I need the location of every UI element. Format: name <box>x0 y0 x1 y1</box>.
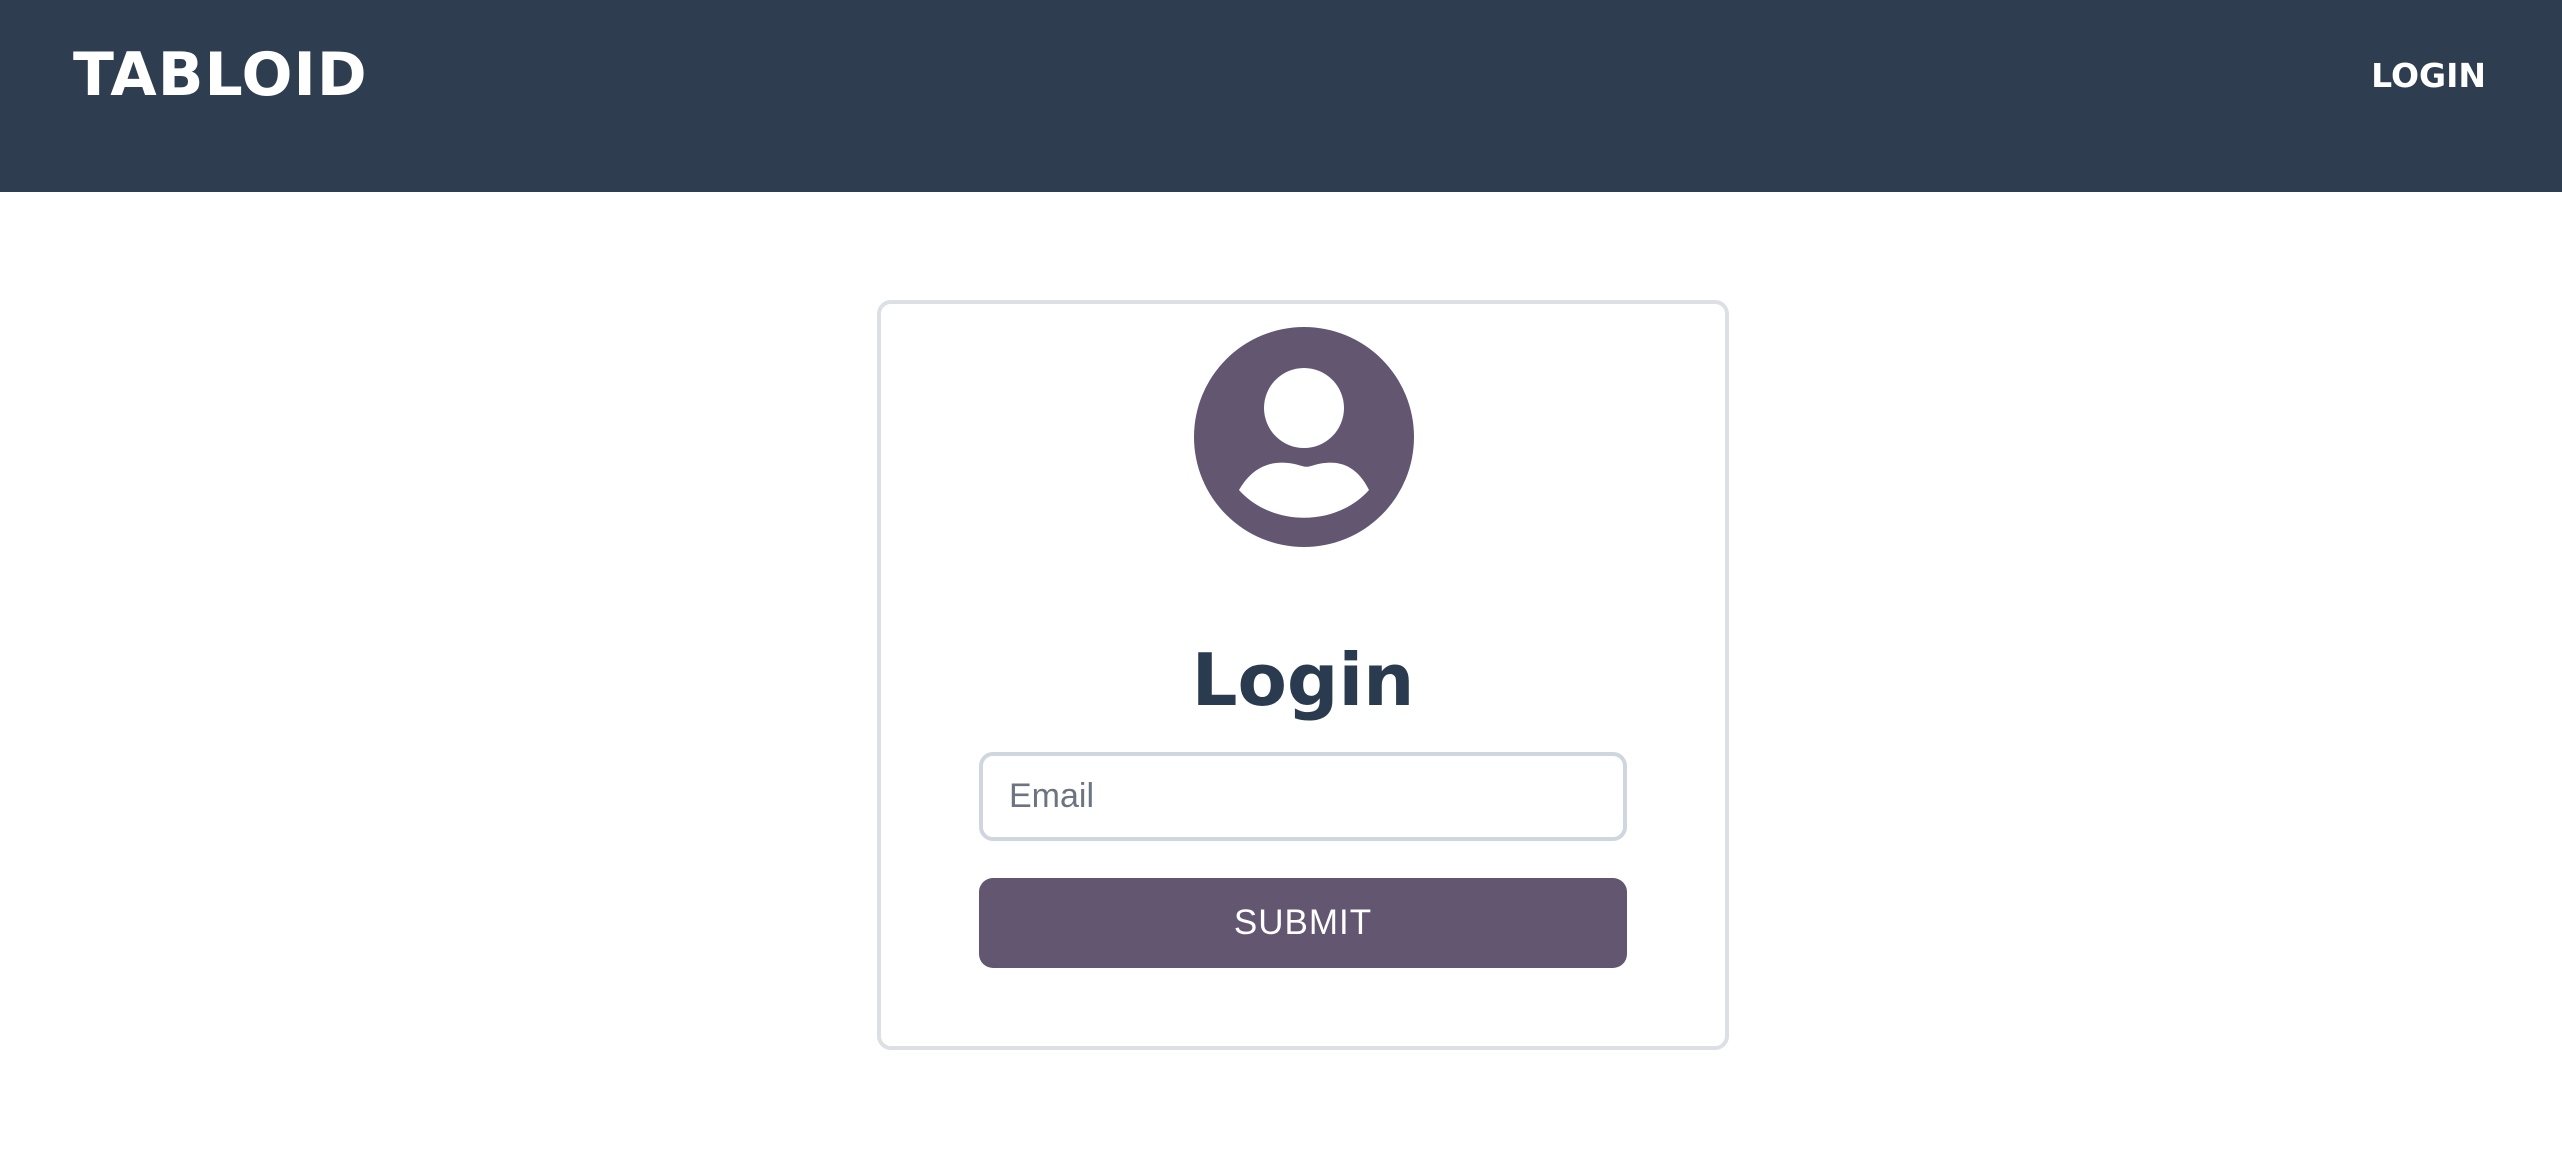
login-title: Login <box>1191 638 1415 722</box>
user-avatar-icon <box>1194 327 1414 547</box>
nav-login-link[interactable]: LOGIN <box>2371 54 2486 98</box>
brand-logo[interactable]: TABLOID <box>73 38 368 112</box>
email-input[interactable] <box>979 752 1627 841</box>
top-navbar: TABLOID LOGIN <box>0 0 2562 192</box>
submit-button[interactable]: SUBMIT <box>979 878 1627 968</box>
